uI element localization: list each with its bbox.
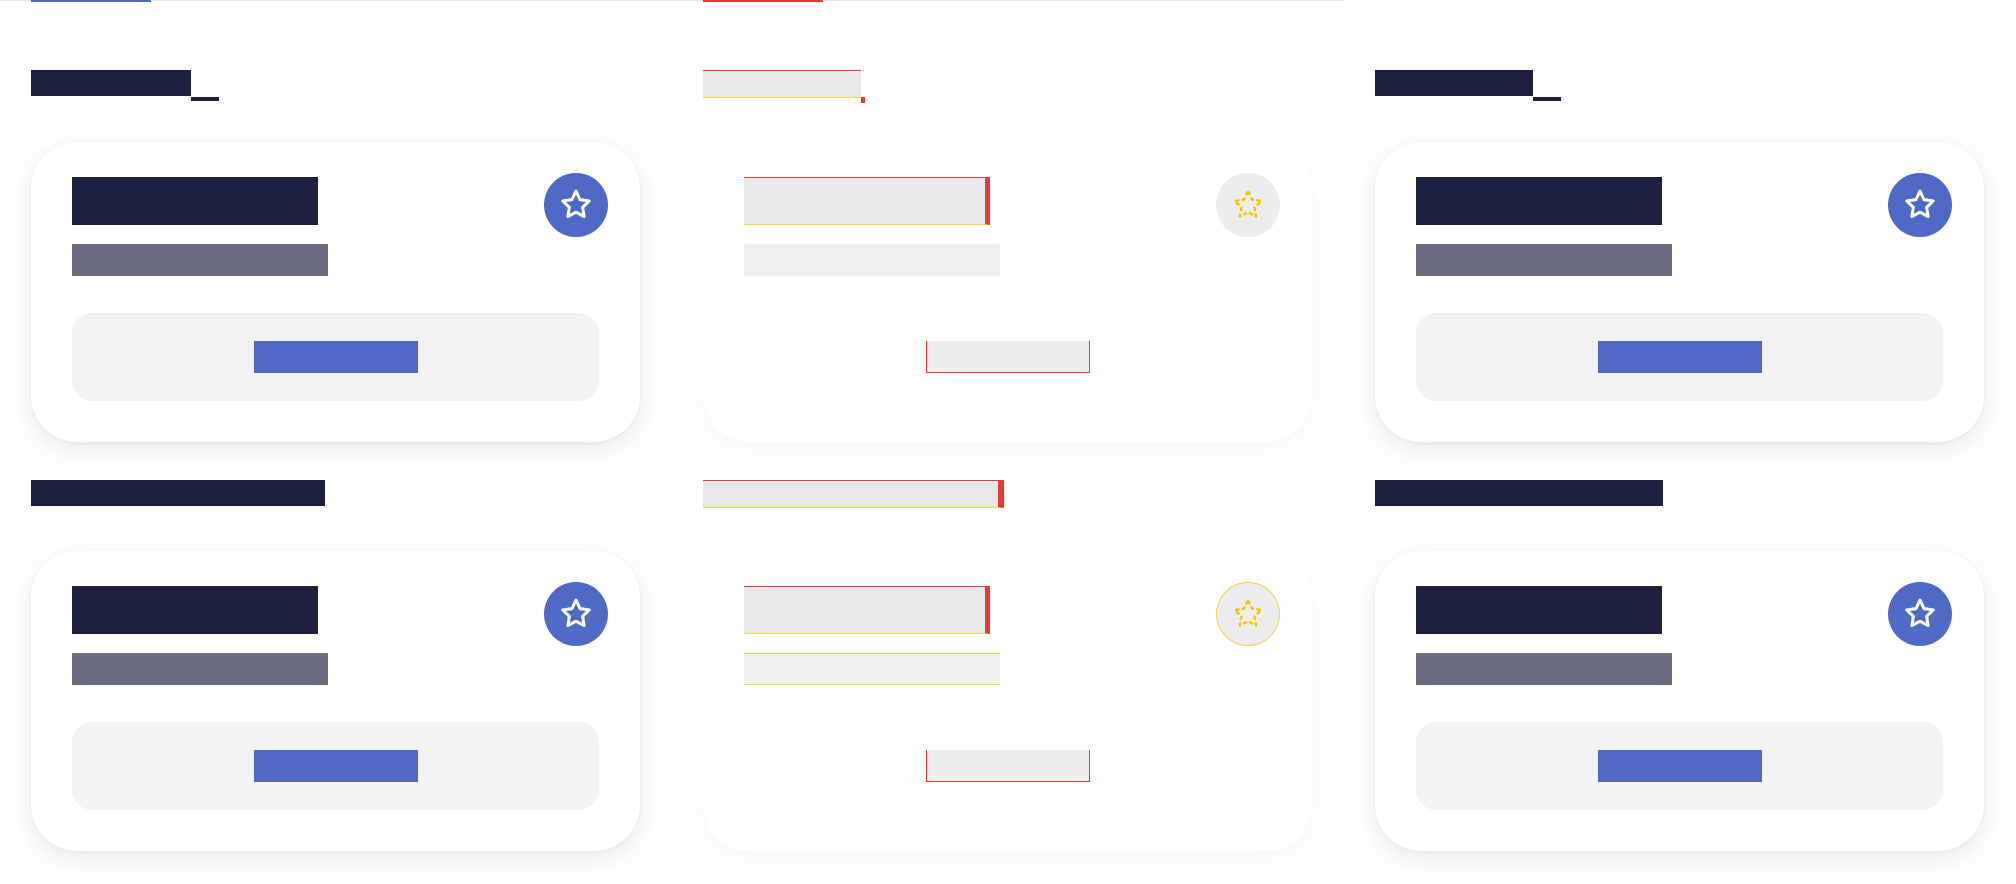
card-title [72, 586, 318, 634]
item-card[interactable] [31, 551, 640, 851]
item-card[interactable] [31, 142, 640, 442]
card-title [744, 177, 990, 225]
panel-active-indicator [703, 0, 823, 2]
section-heading-text [31, 480, 325, 506]
text-cursor [191, 97, 219, 101]
item-card[interactable] [1375, 142, 1984, 442]
card-subtitle [1416, 653, 1672, 685]
card-title [1416, 177, 1662, 225]
section-heading-text [31, 70, 191, 96]
section-heading-2 [703, 480, 1004, 508]
card-action-label [1597, 750, 1762, 782]
panel-1 [0, 0, 672, 884]
card-subtitle [744, 244, 1000, 276]
panel-2 [672, 0, 1344, 884]
panel-active-indicator [31, 0, 151, 2]
section-heading-text [703, 70, 861, 98]
card-action-button[interactable] [72, 722, 599, 810]
card-subtitle [744, 653, 1000, 685]
favorite-button[interactable] [544, 173, 608, 237]
section-heading-text [703, 480, 1004, 508]
card-action-button[interactable] [744, 722, 1271, 810]
star-icon [561, 189, 591, 219]
item-card[interactable] [703, 551, 1312, 851]
star-icon [1233, 190, 1263, 218]
text-cursor [1533, 97, 1561, 101]
favorite-button[interactable] [1888, 173, 1952, 237]
star-icon [1905, 598, 1935, 628]
card-title [1416, 586, 1662, 634]
star-icon [561, 598, 591, 628]
favorite-button[interactable] [1888, 582, 1952, 646]
card-action-label [1597, 341, 1762, 373]
card-action-button[interactable] [744, 313, 1271, 401]
star-icon [1233, 599, 1263, 627]
card-action-label [253, 750, 418, 782]
favorite-button[interactable] [1216, 582, 1280, 646]
card-action-label [925, 750, 1090, 782]
section-heading-2 [1375, 480, 1663, 508]
card-subtitle [72, 653, 328, 685]
card-action-button[interactable] [1416, 722, 1943, 810]
item-card[interactable] [1375, 551, 1984, 851]
card-subtitle [1416, 244, 1672, 276]
item-card[interactable] [703, 142, 1312, 442]
section-heading-1 [1375, 70, 1561, 101]
card-action-button[interactable] [72, 313, 599, 401]
card-action-button[interactable] [1416, 313, 1943, 401]
section-heading-text [1375, 480, 1663, 506]
section-heading-2 [31, 480, 325, 508]
favorite-button[interactable] [1216, 173, 1280, 237]
panel-3 [1344, 0, 2016, 884]
star-icon [1905, 189, 1935, 219]
section-heading-1 [703, 70, 865, 103]
card-action-label [253, 341, 418, 373]
text-cursor [861, 97, 865, 103]
section-heading-text [1375, 70, 1533, 96]
section-heading-1 [31, 70, 219, 101]
favorite-button[interactable] [544, 582, 608, 646]
card-title [744, 586, 990, 634]
card-title [72, 177, 318, 225]
card-subtitle [72, 244, 328, 276]
card-action-label [925, 341, 1090, 373]
